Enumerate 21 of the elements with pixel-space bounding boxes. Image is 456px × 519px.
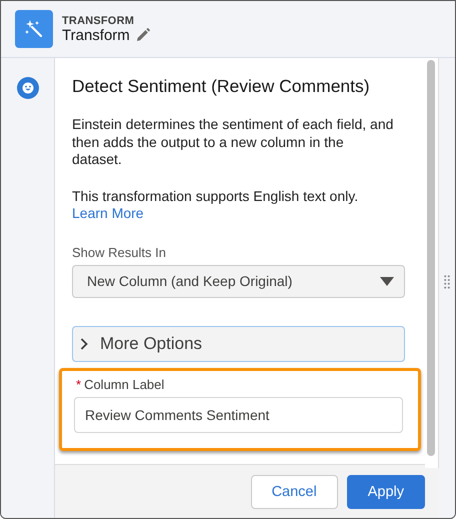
apply-button[interactable]: Apply	[346, 474, 425, 508]
column-label-field[interactable]: Review Comments Sentiment	[74, 396, 403, 432]
pencil-icon[interactable]	[136, 28, 150, 42]
field-label: Column Label	[84, 376, 164, 392]
learn-more-link[interactable]: Learn More	[72, 205, 144, 222]
cancel-button[interactable]: Cancel	[250, 474, 338, 508]
panel-title: Detect Sentiment (Review Comments)	[72, 76, 371, 97]
header-eyebrow: TRANSFORM	[62, 14, 136, 26]
description-text: Einstein determines the sentiment of each field, and then adds the output to a new column in the dataset.	[72, 116, 394, 168]
note-text: This transformation supports English text only.	[72, 188, 358, 205]
chevron-icon	[80, 338, 88, 350]
more-options-section[interactable]: More Options	[72, 326, 405, 362]
field-label: Show Results In	[72, 244, 167, 260]
header-title: Transform	[62, 26, 130, 44]
results-dropdown[interactable]: New Column (and Keep Original)	[72, 264, 405, 298]
smiley-icon[interactable]	[16, 77, 38, 99]
grip-icon[interactable]	[444, 275, 450, 289]
required-mark: *	[76, 376, 82, 392]
scrollbar[interactable]	[427, 60, 435, 456]
caret-icon	[380, 276, 394, 286]
magic-wand-icon	[15, 10, 53, 48]
